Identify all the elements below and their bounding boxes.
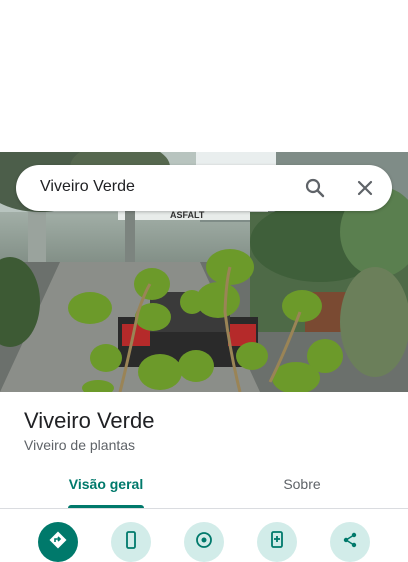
search-input[interactable]: Viveiro Verde (40, 178, 135, 196)
share-button[interactable] (330, 522, 370, 562)
place-category: Viveiro de plantas (24, 437, 136, 453)
tab-overview[interactable]: Visão geral (44, 476, 168, 508)
tab-about[interactable]: Sobre (240, 476, 364, 508)
phone-icon (126, 531, 136, 549)
location-button[interactable] (184, 522, 224, 562)
search-bar[interactable]: Viveiro Verde (16, 165, 392, 211)
place-title: Viveiro Verde (24, 408, 155, 433)
blank-area (0, 0, 408, 152)
call-button[interactable] (111, 522, 151, 562)
share-icon (343, 532, 357, 548)
sign-text: ASFALT (170, 210, 205, 220)
add-photo-button[interactable] (257, 522, 297, 562)
add-photo-icon (271, 531, 283, 548)
location-icon (196, 532, 212, 548)
search-icon[interactable] (303, 176, 327, 200)
directions-button[interactable] (38, 522, 78, 562)
tabs-divider (0, 508, 408, 509)
directions-icon (49, 531, 67, 549)
close-icon[interactable] (353, 176, 377, 200)
